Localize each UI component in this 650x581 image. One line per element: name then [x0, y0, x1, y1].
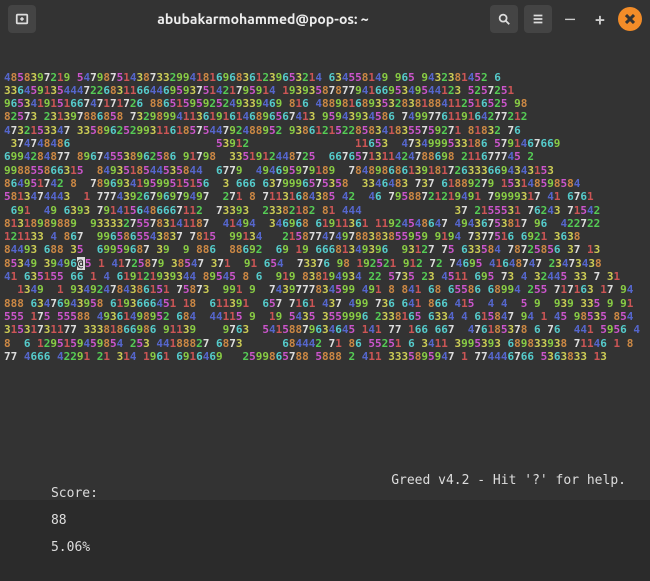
- minimize-button[interactable]: ─: [558, 7, 582, 31]
- menu-button[interactable]: [524, 5, 552, 33]
- window-title: abubakarmohammed@pop-os: ~: [42, 11, 484, 27]
- maximize-button[interactable]: +: [588, 7, 612, 31]
- titlebar: abubakarmohammed@pop-os: ~ ─ +: [0, 0, 650, 38]
- search-button[interactable]: [490, 5, 518, 33]
- terminal-viewport[interactable]: 4858397219 54798751438733299418169683612…: [0, 38, 650, 500]
- greed-grid: 4858397219 54798751438733299418169683612…: [4, 71, 646, 436]
- player-cursor: @: [77, 257, 85, 270]
- close-button[interactable]: [618, 7, 642, 31]
- help-hint: Greed v4.2 - Hit '?' for help.: [391, 474, 646, 567]
- new-tab-button[interactable]: [8, 5, 36, 33]
- status-line: Score: 88 5.06% Greed v4.2 - Hit '?' for…: [4, 474, 646, 567]
- score-display: Score: 88 5.06%: [4, 474, 98, 567]
